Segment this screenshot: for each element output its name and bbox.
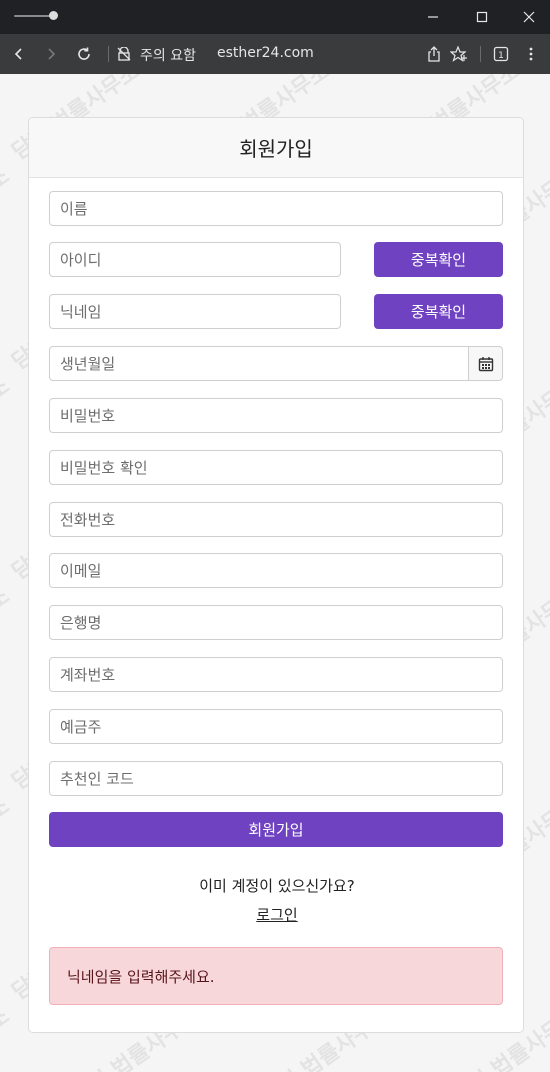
page-title: 회원가입	[239, 137, 313, 161]
share-icon[interactable]	[423, 43, 445, 65]
signup-card: 회원가입 중복확인 중복확인 회원가입 이미 계정이 있으신가요? 로그인 닉네…	[28, 117, 524, 1033]
error-alert-message: 닉네임을 입력해주세요.	[67, 967, 215, 986]
minimize-icon[interactable]	[421, 6, 445, 28]
page-content: 담덕 법률사무소담덕 법률사무소담덕 법률사무소담덕 법률사무소담덕 법률사무소…	[0, 74, 550, 1072]
bank-name-input[interactable]	[49, 605, 503, 640]
password-confirm-input[interactable]	[49, 450, 503, 485]
nickname-duplicate-check-button[interactable]: 중복확인	[374, 294, 503, 329]
window-titlebar	[0, 0, 550, 34]
close-icon[interactable]	[517, 6, 541, 28]
referrer-code-input[interactable]	[49, 761, 503, 796]
watermark-text: 담덕 법률사무소	[0, 583, 15, 690]
email-input[interactable]	[49, 553, 503, 588]
tab-count-icon[interactable]: 1	[490, 43, 512, 65]
volume-slider-knob[interactable]	[49, 11, 58, 20]
birthdate-input[interactable]	[49, 346, 469, 381]
login-question-text: 이미 계정이 있으신가요?	[199, 877, 355, 895]
not-secure-icon[interactable]	[115, 43, 133, 65]
account-holder-input[interactable]	[49, 709, 503, 744]
back-icon[interactable]	[8, 43, 30, 65]
maximize-icon[interactable]	[470, 6, 494, 28]
password-input[interactable]	[49, 398, 503, 433]
favorite-icon[interactable]	[448, 43, 470, 65]
tab-count-text: 1	[498, 51, 504, 61]
calendar-icon[interactable]	[468, 346, 503, 381]
browser-toolbar: 주의 요함 esther24.com 1	[0, 34, 550, 74]
account-number-input[interactable]	[49, 657, 503, 692]
toolbar-separator-2	[480, 46, 481, 62]
card-header: 회원가입	[29, 118, 523, 178]
reload-icon[interactable]	[73, 43, 95, 65]
watermark-text: 담덕 법률사무소	[0, 1003, 15, 1072]
id-input[interactable]	[49, 242, 341, 277]
address-bar-url[interactable]: esther24.com	[217, 45, 314, 61]
watermark-text: 담덕 법률사무소	[0, 373, 15, 480]
forward-icon[interactable]	[40, 43, 62, 65]
error-alert: 닉네임을 입력해주세요.	[49, 947, 503, 1005]
watermark-text: 담덕 법률사무소	[0, 793, 15, 900]
nickname-input[interactable]	[49, 294, 341, 329]
volume-slider-track[interactable]	[14, 15, 54, 17]
signup-submit-button[interactable]: 회원가입	[49, 812, 503, 847]
id-duplicate-check-button[interactable]: 중복확인	[374, 242, 503, 277]
login-link[interactable]: 로그인	[29, 904, 525, 925]
more-menu-icon[interactable]	[520, 43, 542, 65]
phone-input[interactable]	[49, 502, 503, 537]
name-input[interactable]	[49, 191, 503, 226]
watermark-text: 담덕 법률사무소	[0, 163, 15, 270]
toolbar-separator	[108, 46, 109, 62]
security-warning-label[interactable]: 주의 요함	[140, 45, 196, 65]
